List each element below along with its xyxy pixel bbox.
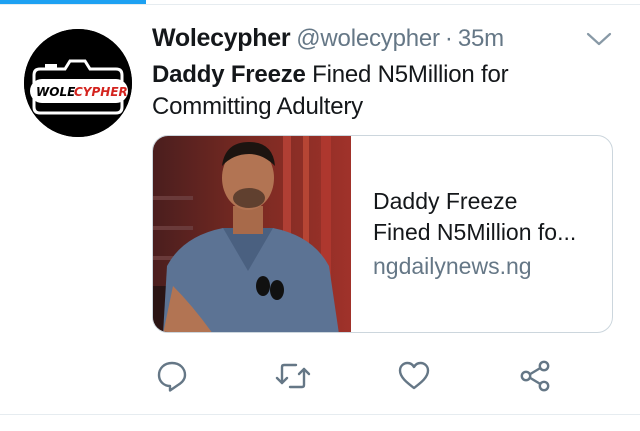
svg-text:CYPHER: CYPHER: [74, 85, 128, 99]
link-card[interactable]: Daddy Freeze Fined N5Million fo... ngdai…: [152, 135, 613, 333]
tweet-text: Daddy Freeze Fined N5Million for Committ…: [152, 59, 592, 123]
divider: [0, 414, 640, 415]
svg-text:WOLE: WOLE: [36, 85, 76, 99]
heart-icon[interactable]: [397, 359, 431, 393]
author-name[interactable]: Wolecypher: [152, 24, 291, 53]
tweet-header: Wolecypher @wolecypher · 35m: [152, 24, 504, 58]
tweet-timestamp[interactable]: 35m: [458, 25, 504, 53]
author-handle[interactable]: @wolecypher: [296, 25, 440, 53]
tweet-text-bold: Daddy Freeze: [152, 61, 306, 88]
retweet-icon[interactable]: [274, 359, 311, 393]
link-card-title-line1: Daddy Freeze: [373, 188, 518, 214]
avatar[interactable]: WOLE CYPHER: [24, 29, 132, 137]
link-card-title-line2: Fined N5Million fo...: [373, 219, 577, 245]
divider: [0, 4, 640, 5]
link-card-text: Daddy Freeze Fined N5Million fo... ngdai…: [373, 186, 603, 282]
chevron-down-icon[interactable]: [584, 29, 614, 49]
avatar-logo: WOLE CYPHER: [24, 29, 132, 137]
reply-icon[interactable]: [155, 359, 189, 393]
link-card-domain: ngdailynews.ng: [373, 253, 532, 279]
separator-dot: ·: [444, 25, 453, 52]
share-icon[interactable]: [518, 359, 552, 393]
link-card-image: [153, 136, 351, 332]
